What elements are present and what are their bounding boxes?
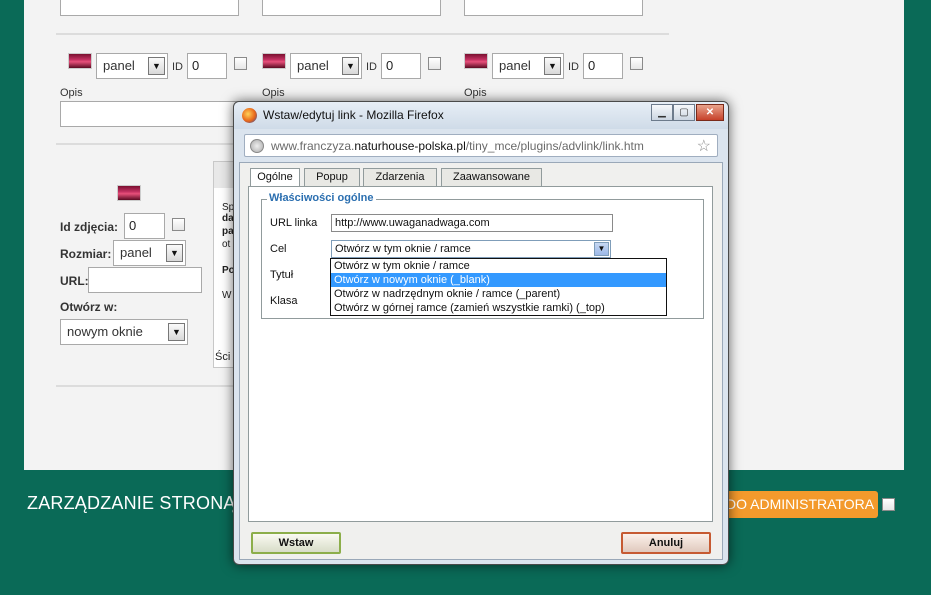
chevron-down-icon: ▼ [168,323,185,341]
target-option[interactable]: Otwórz w nadrzędnym oknie / ramce (_pare… [331,287,666,301]
thumbnail-image [262,53,286,69]
title-label: Tytuł [270,269,294,281]
size-select-value: panel [120,245,152,260]
tab-advanced[interactable]: Zaawansowane [441,168,542,186]
id-input[interactable]: 0 [583,53,623,79]
separator [56,143,256,145]
url-host-prefix: www.franczyza. [271,139,355,153]
id-input[interactable]: 0 [381,53,421,79]
top-input-2[interactable] [262,0,441,16]
open-in-label: Otwórz w: [60,300,118,314]
footer-checkbox[interactable] [882,498,895,511]
open-in-select[interactable]: nowym oknie ▼ [60,319,188,345]
desc-label: Opis [464,87,487,99]
chevron-down-icon: ▼ [594,242,609,256]
globe-icon [250,139,264,153]
desc-input[interactable] [60,101,240,127]
window-titlebar[interactable]: Wstaw/edytuj link - Mozilla Firefox ▁ ▢ … [234,102,728,129]
tab-popup[interactable]: Popup [304,168,360,186]
editor-toolbar [214,162,235,188]
id-label: ID [366,61,377,73]
editor-status: Ści [215,351,231,363]
id-value: 0 [588,58,596,73]
target-select-value: Otwórz w tym oknie / ramce [335,243,471,255]
id-input[interactable]: 0 [187,53,227,79]
editor-text: pa [222,226,234,237]
target-select[interactable]: Otwórz w tym oknie / ramce ▼ [331,240,611,258]
url-host-main: naturhouse-polska.pl [354,139,466,153]
photo-checkbox[interactable] [172,218,185,231]
panel-checkbox[interactable] [428,57,441,70]
url-link-label: URL linka [270,217,318,229]
desc-label: Opis [262,87,285,99]
url-path: /tiny_mce/plugins/advlink/link.htm [465,139,644,153]
tab-panel: Właściwości ogólne URL linka http://www.… [248,186,713,522]
photo-id-value: 0 [129,218,137,233]
editor-text: da [222,213,234,224]
tab-events[interactable]: Zdarzenia [363,168,437,186]
cancel-button[interactable]: Anuluj [621,532,711,554]
target-option[interactable]: Otwórz w tym oknie / ramce [331,259,666,273]
thumbnail-image [464,53,488,69]
panel-select-value: panel [499,58,531,73]
id-label: ID [172,61,183,73]
id-label: ID [568,61,579,73]
window-title: Wstaw/edytuj link - Mozilla Firefox [263,108,444,122]
panel-select-value: panel [103,58,135,73]
editor-text: ot [222,239,231,250]
chevron-down-icon: ▼ [342,57,359,75]
id-value: 0 [386,58,394,73]
admin-button[interactable]: DO ADMINISTRATORA [716,491,878,518]
dialog-body: Ogólne Popup Zdarzenia Zaawansowane Właś… [239,162,723,560]
address-bar[interactable]: www.franczyza.naturhouse-polska.pl/tiny_… [244,134,718,157]
separator [56,385,256,387]
panel-select[interactable]: panel ▼ [492,53,564,79]
url-link-input[interactable]: http://www.uwaganadwaga.com [331,214,613,232]
open-in-select-value: nowym oknie [67,324,143,339]
link-dialog-window: Wstaw/edytuj link - Mozilla Firefox ▁ ▢ … [233,101,729,565]
address-url: www.franczyza.naturhouse-polska.pl/tiny_… [271,139,644,153]
size-select[interactable]: panel ▼ [113,240,186,266]
size-label: Rozmiar: [60,247,112,261]
chevron-down-icon: ▼ [544,57,561,75]
editor-text: W [222,290,232,301]
desc-label: Opis [60,87,83,99]
target-option-selected[interactable]: Otwórz w nowym oknie (_blank) [331,273,666,287]
panel-checkbox[interactable] [234,57,247,70]
separator [56,33,669,35]
minimize-button[interactable]: ▁ [651,104,673,121]
panel-select[interactable]: panel ▼ [290,53,362,79]
photo-id-label: Id zdjęcia: [60,220,119,234]
firefox-icon [242,108,257,123]
top-input-3[interactable] [464,0,643,16]
fieldset-legend: Właściwości ogólne [267,192,376,204]
footer-title: ZARZĄDZANIE STRONĄ [27,493,236,513]
maximize-button[interactable]: ▢ [673,104,695,121]
url-input[interactable] [88,267,202,293]
insert-button[interactable]: Wstaw [251,532,341,554]
url-label: URL: [60,274,89,288]
top-input-1[interactable] [60,0,239,16]
target-options-list[interactable]: Otwórz w tym oknie / ramce Otwórz w nowy… [330,258,667,316]
class-label: Klasa [270,295,298,307]
close-button[interactable]: ✕ [696,104,724,121]
photo-id-input[interactable]: 0 [124,213,165,239]
chevron-down-icon: ▼ [148,57,165,75]
target-label: Cel [270,243,287,255]
target-option[interactable]: Otwórz w górnej ramce (zamień wszystkie … [331,301,666,315]
panel-checkbox[interactable] [630,57,643,70]
id-value: 0 [192,58,200,73]
bookmark-star-icon[interactable]: ☆ [697,136,711,156]
photo-thumbnail [117,185,141,201]
chevron-down-icon: ▼ [166,244,183,262]
panel-select[interactable]: panel ▼ [96,53,168,79]
thumbnail-image [68,53,92,69]
tab-general[interactable]: Ogólne [250,168,300,187]
panel-select-value: panel [297,58,329,73]
